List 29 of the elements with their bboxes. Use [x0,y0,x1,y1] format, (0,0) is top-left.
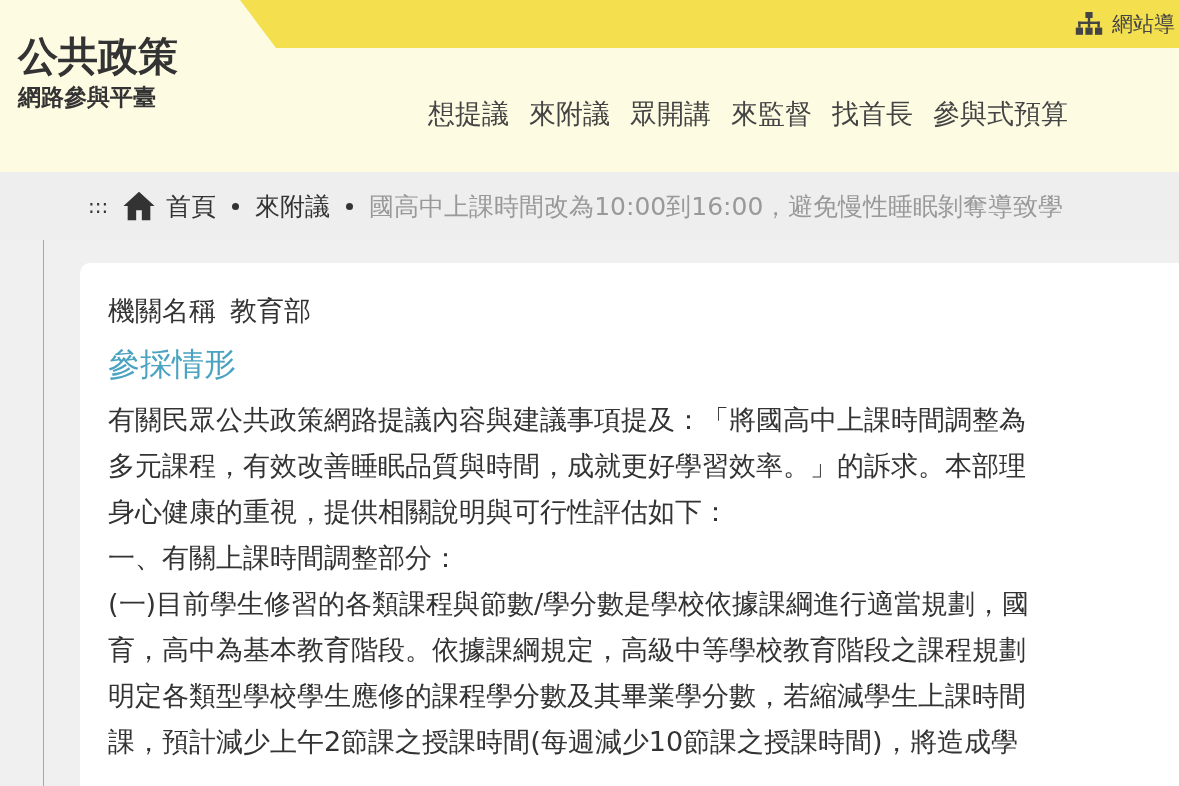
sitemap-label[interactable]: 網站導 [1112,10,1175,38]
separator-dot-icon [346,202,354,210]
breadcrumb-link[interactable]: 來附議 [255,189,331,223]
sitemap-link[interactable]: 網站導 [1074,10,1175,38]
body-text: 育，高中為基本教育階段。依據課綱規定，高級中等學校教育階段之課程規劃 [108,633,1026,667]
site-title[interactable]: 公共政策 [18,30,228,82]
nav-link[interactable]: 來附議 [529,96,610,132]
body-text: (一)目前學生修習的各類課程與節數/學分數是學校依據課綱進行適當規劃，國 [108,587,1030,621]
home-icon [122,190,157,222]
agency-label: 機關名稱 [108,294,216,328]
nav-link[interactable]: 眾開講 [630,96,711,132]
body-text: 身心健康的重視，提供相關說明與可行性評估如下： [108,495,729,529]
breadcrumb-current: 國高中上課時間改為10:00到16:00，避免慢性睡眠剝奪導致學 [369,190,1064,223]
body-text: 多元課程，有效改善睡眠品質與時間，成就更好學習效率。」的訴求。本部理 [108,449,1026,483]
body-text: 課，預計減少上午2節課之授課時間(每週減少10節課之授課時間)，將造成學 [108,725,1018,759]
site-subtitle[interactable]: 網路參與平臺 [18,82,228,112]
nav-link[interactable]: 來監督 [731,96,812,132]
body-text: 有關民眾公共政策網路提議內容與建議事項提及：「將國高中上課時間調整為 [108,403,1026,437]
nav-link[interactable]: 找首長 [832,96,913,132]
nav-link[interactable]: 想提議 [428,96,509,132]
section-heading: 參採情形 [108,344,237,385]
sitemap-icon [1074,12,1104,36]
separator-dot-icon [232,202,240,210]
body-text: 明定各類型學校學生應修的課程學分數及其畢業學分數，若縮減學生上課時間 [108,679,1026,713]
nav-link[interactable]: 參與式預算 [933,96,1068,132]
accesskey-marker[interactable]: ::: [88,194,109,218]
breadcrumb-link[interactable]: 首頁 [166,189,217,223]
agency-value: 教育部 [230,294,311,328]
body-text: 一、有關上課時間調整部分： [108,541,459,575]
